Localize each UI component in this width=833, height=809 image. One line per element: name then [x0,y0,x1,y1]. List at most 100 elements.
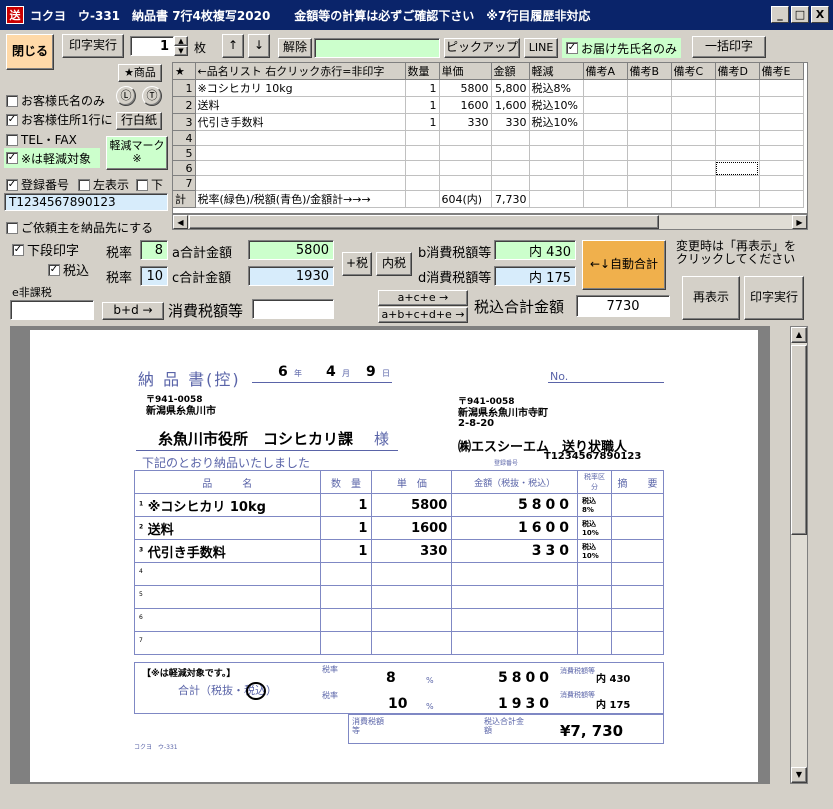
d-tax-input[interactable]: 内 175 [494,266,576,286]
cell-tax[interactable] [529,160,584,176]
cell-qty[interactable] [405,145,440,161]
cell-qty[interactable] [405,130,440,146]
cell-note-c[interactable] [671,175,716,191]
incl-tax-button[interactable]: 内税 [376,252,412,276]
cell-note-c[interactable] [671,79,716,97]
cell-note-a[interactable] [583,79,628,97]
minimize-button[interactable]: _ [771,6,789,23]
spin-down-icon[interactable]: ▼ [174,46,188,56]
close-window-button[interactable]: X [811,6,829,23]
reduced-target-checkbox[interactable]: ✓ ※は軽減対象 [4,148,100,168]
cell-note-e[interactable] [759,145,804,161]
table-row[interactable]: 3 代引き手数料 1 330 330 税込10% [173,113,804,131]
cell-price[interactable] [439,130,492,146]
cell-price[interactable] [439,160,492,176]
auto-total-button[interactable]: ←↓自動合計 [582,240,666,290]
e-nontax-input[interactable] [10,300,94,320]
cell-note-e[interactable] [759,96,804,114]
cell-tax[interactable]: 税込10% [529,113,584,131]
customer-name-only-checkbox[interactable]: お客様氏名のみ [6,92,105,109]
spin-up-icon[interactable]: ▲ [174,36,188,46]
vscroll-thumb[interactable] [791,345,807,535]
cell-tax[interactable]: 税込8% [529,79,584,97]
cell-name[interactable] [195,145,406,161]
grid-header-name[interactable]: ←品名リスト 右クリック赤行=非印字 [195,63,406,80]
cell-note-c[interactable] [671,96,716,114]
table-row[interactable]: 4 [173,130,804,146]
left-display-checkbox[interactable]: 左表示 [78,176,129,193]
cell-note-a[interactable] [583,96,628,114]
cell-note-a[interactable] [583,175,628,191]
cell-amount[interactable] [491,160,530,176]
b-tax-input[interactable]: 内 430 [494,240,576,260]
reg-number-input[interactable]: T1234567890123 [4,193,168,211]
cell-tax[interactable] [529,145,584,161]
cell-qty[interactable]: 1 [405,113,440,131]
cell-note-c[interactable] [671,145,716,161]
cell-price[interactable]: 1600 [439,96,492,114]
tel-fax-checkbox[interactable]: TEL・FAX [6,131,77,148]
cell-tax[interactable] [529,175,584,191]
maximize-button[interactable]: □ [791,6,809,23]
cell-note-e[interactable] [759,130,804,146]
cell-name[interactable] [195,175,406,191]
cell-note-c[interactable] [671,113,716,131]
close-button[interactable]: 閉じる [6,34,54,70]
cell-note-e[interactable] [759,113,804,131]
reduced-mark-button[interactable]: 軽減マーク※ [106,136,168,170]
move-up-button[interactable]: ↑ [222,34,244,58]
rate-c-input[interactable]: 10 [140,266,168,286]
ace-button[interactable]: a+c+e → [378,290,468,306]
scroll-right-icon[interactable]: ▶ [792,215,807,229]
cell-tax[interactable] [529,130,584,146]
cell-name[interactable] [195,130,406,146]
cell-amount[interactable] [491,145,530,161]
delivery-name-only-checkbox[interactable]: ✓ お届け先氏名のみ [562,38,682,58]
cell-qty[interactable]: 1 [405,96,440,114]
cell-note-b[interactable] [627,130,672,146]
cell-tax[interactable]: 税込10% [529,96,584,114]
preview-vertical-scrollbar[interactable]: ▲ ▼ [790,326,808,784]
plus-tax-button[interactable]: +税 [342,252,372,276]
cell-note-e[interactable] [759,79,804,97]
cell-price[interactable]: 5800 [439,79,492,97]
cell-note-a[interactable] [583,113,628,131]
table-row[interactable]: 7 [173,175,804,191]
cell-name[interactable]: ※コシヒカリ 10kg [195,79,406,97]
cell-amount[interactable]: 330 [491,113,530,131]
cell-qty[interactable] [405,175,440,191]
print-exec-button[interactable]: 印字実行 [744,276,804,320]
scroll-thumb[interactable] [189,215,659,229]
consignor-checkbox[interactable]: ご依頼主を納品先にする [6,219,153,236]
release-button[interactable]: 解除 [278,38,312,58]
cell-note-b[interactable] [627,113,672,131]
abcde-button[interactable]: a+b+c+d+e → [378,307,468,323]
customer-address-checkbox[interactable]: ✓ お客様住所1行に [6,111,113,128]
rate-a-input[interactable]: 8 [140,240,168,260]
cell-qty[interactable]: 1 [405,79,440,97]
c-total-input[interactable]: 1930 [248,266,334,286]
table-row[interactable]: 2 送料 1 1600 1,600 税込10% [173,96,804,114]
cell-note-d[interactable] [715,113,760,131]
scroll-up-icon[interactable]: ▲ [791,327,807,343]
cell-name[interactable]: 代引き手数料 [195,113,406,131]
move-down-button[interactable]: ↓ [248,34,270,58]
cell-note-b[interactable] [627,96,672,114]
cell-note-b[interactable] [627,160,672,176]
pickup-button[interactable]: ピックアップ [444,38,520,58]
cell-note-d[interactable] [715,130,760,146]
table-row[interactable]: 1 ※コシヒカリ 10kg 1 5800 5,800 税込8% [173,79,804,97]
cell-note-c[interactable] [671,160,716,176]
cell-amount[interactable] [491,130,530,146]
circle-down-button[interactable]: Ⓛ [116,86,136,106]
cell-price[interactable]: 330 [439,113,492,131]
cell-amount[interactable]: 1,600 [491,96,530,114]
cell-name[interactable]: 送料 [195,96,406,114]
cell-note-a[interactable] [583,130,628,146]
cell-price[interactable] [439,145,492,161]
scroll-left-icon[interactable]: ◀ [173,215,188,229]
row-blank-button[interactable]: 行白紙 [116,112,162,130]
cell-note-d[interactable] [715,79,760,97]
cell-qty[interactable] [405,160,440,176]
redisplay-button[interactable]: 再表示 [682,276,740,320]
